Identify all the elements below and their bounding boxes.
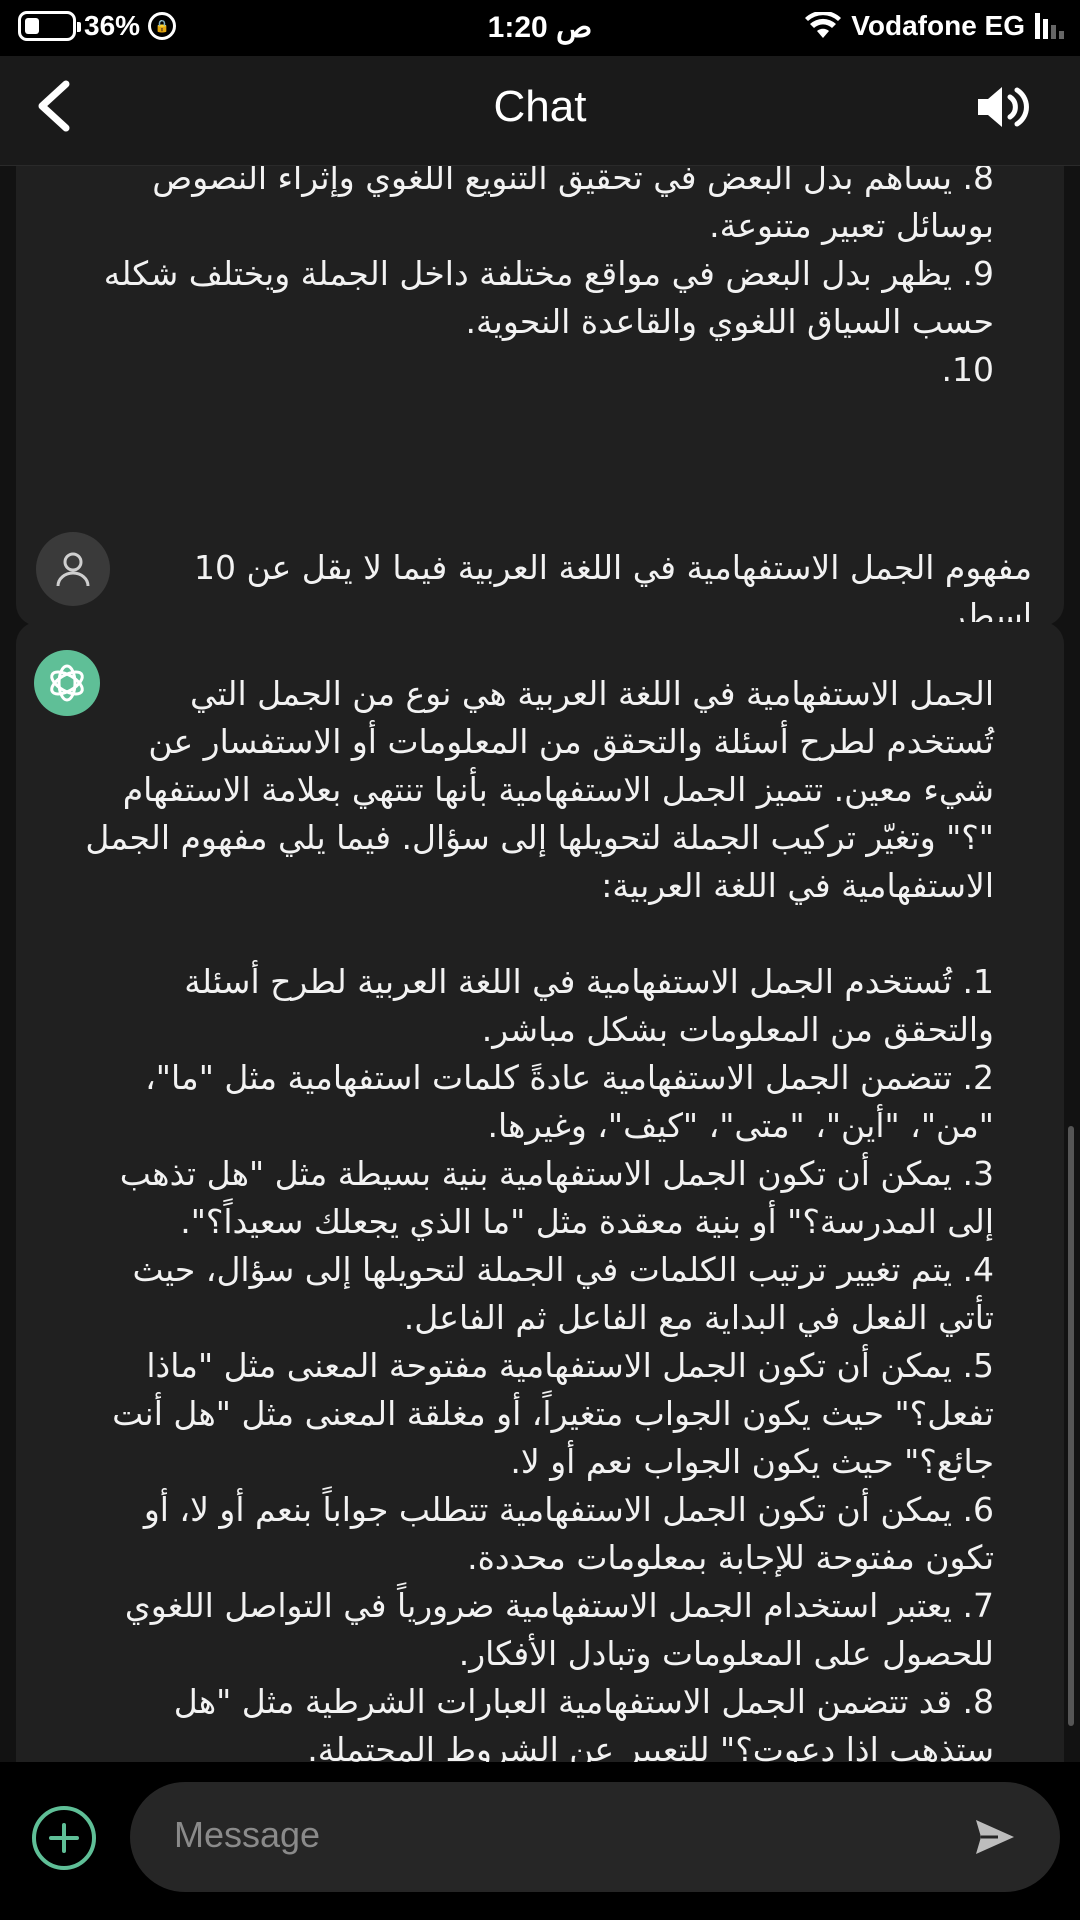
status-bar: 36% 🔒 1:20 ص Vodafone EG xyxy=(0,0,1080,56)
message-input[interactable]: Message xyxy=(130,1782,1060,1892)
scrollbar[interactable] xyxy=(1068,1126,1074,1726)
status-right: Vodafone EG xyxy=(805,10,1064,42)
speaker-icon[interactable] xyxy=(974,82,1030,132)
composer: Message xyxy=(0,1762,1080,1920)
chat-thread[interactable]: 8. يساهم بدل البعض في تحقيق التنويع اللغ… xyxy=(0,166,1080,1762)
carrier-name: Vodafone EG xyxy=(851,10,1025,41)
assistant-message-text: الجمل الاستفهامية في اللغة العربية هي نو… xyxy=(85,674,994,1762)
assistant-message-bubble: الجمل الاستفهامية في اللغة العربية هي نو… xyxy=(16,622,1064,1762)
wifi-icon xyxy=(805,12,842,38)
user-message-row: مفهوم الجمل الاستفهامية في اللغة العربية… xyxy=(0,506,1080,635)
add-attachment-button[interactable] xyxy=(32,1806,96,1870)
page-title: Chat xyxy=(493,82,587,131)
assistant-message-text: 8. يساهم بدل البعض في تحقيق التنويع اللغ… xyxy=(103,166,994,389)
message-placeholder: Message xyxy=(174,1814,321,1855)
signal-icon xyxy=(1035,13,1064,39)
plus-icon xyxy=(49,1823,79,1853)
user-icon xyxy=(36,532,110,606)
chat-header: Chat xyxy=(0,56,1080,166)
send-icon[interactable] xyxy=(972,1814,1018,1860)
